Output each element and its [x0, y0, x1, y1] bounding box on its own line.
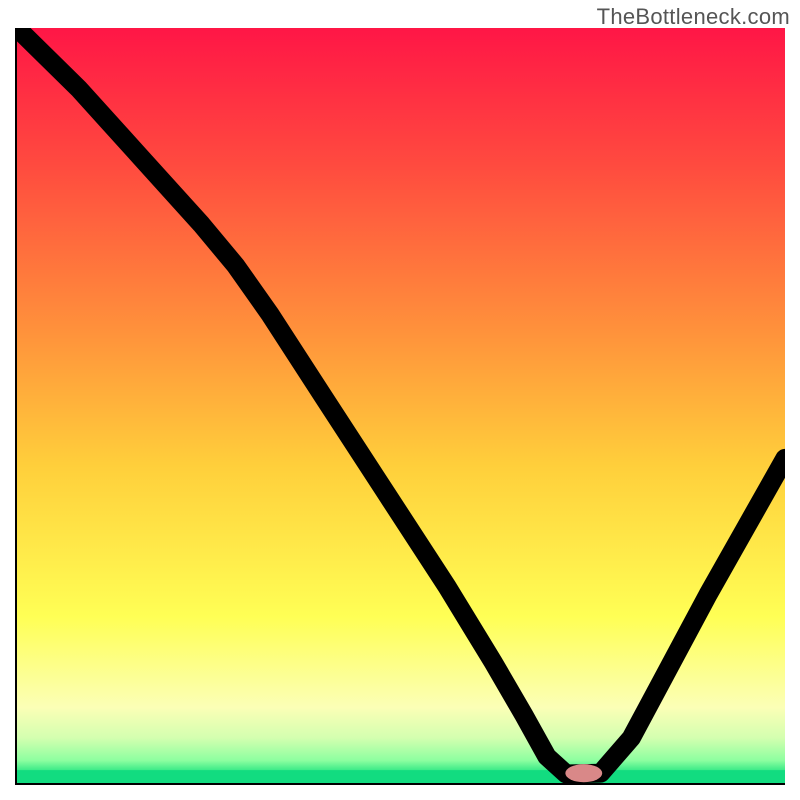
optimal-point-marker: [565, 764, 602, 782]
plot-svg: [17, 28, 785, 783]
baseline-stripe: [17, 770, 785, 783]
watermark-text: TheBottleneck.com: [597, 4, 790, 30]
chart-container: TheBottleneck.com: [0, 0, 800, 800]
plot-area: [15, 28, 785, 785]
